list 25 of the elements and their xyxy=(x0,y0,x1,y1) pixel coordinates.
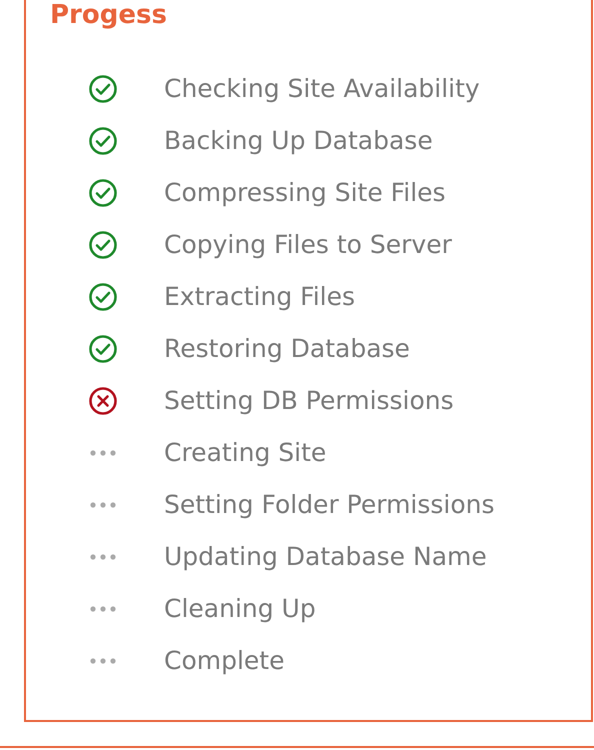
ellipsis-icon xyxy=(88,553,118,561)
step-label: Backing Up Database xyxy=(164,125,433,157)
step-label: Setting DB Permissions xyxy=(164,385,454,417)
step-label: Checking Site Availability xyxy=(164,73,480,105)
check-circle-icon xyxy=(88,334,118,364)
step-label: Extracting Files xyxy=(164,281,356,313)
step-label: Updating Database Name xyxy=(164,541,487,573)
step-label: Restoring Database xyxy=(164,333,410,365)
ellipsis-icon xyxy=(88,449,118,457)
step-label: Creating Site xyxy=(164,437,326,469)
check-circle-icon xyxy=(88,178,118,208)
check-circle-icon xyxy=(88,282,118,312)
panel-title: Progess xyxy=(50,0,167,30)
step-label: Compressing Site Files xyxy=(164,177,446,209)
ellipsis-icon xyxy=(88,501,118,509)
check-circle-icon xyxy=(88,126,118,156)
check-circle-icon xyxy=(88,74,118,104)
step-label: Cleaning Up xyxy=(164,593,316,625)
ellipsis-icon xyxy=(88,657,118,665)
step-label: Copying Files to Server xyxy=(164,229,452,261)
x-circle-icon xyxy=(88,386,118,416)
step-label: Setting Folder Permissions xyxy=(164,489,495,521)
ellipsis-icon xyxy=(88,605,118,613)
check-circle-icon xyxy=(88,230,118,260)
step-label: Complete xyxy=(164,645,284,677)
